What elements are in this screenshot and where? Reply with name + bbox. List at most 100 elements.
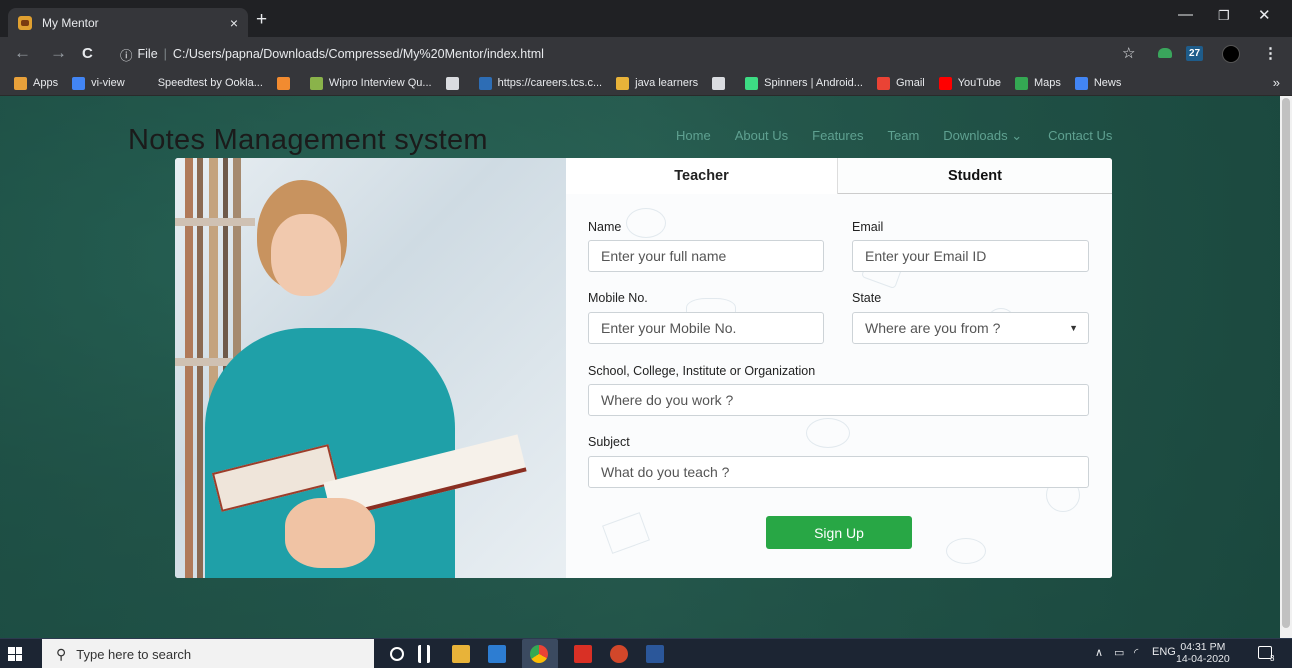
bookmark-item[interactable]: Wipro Interview Qu... <box>309 76 432 90</box>
nav-item[interactable]: Downloads ⌄ <box>943 128 1022 144</box>
bookmark-label: vi-view <box>91 77 125 89</box>
calendar-extension-icon[interactable]: 27 <box>1186 46 1203 61</box>
bookmark-item[interactable]: Spinners | Android... <box>745 76 863 90</box>
email-label: Email <box>852 220 884 234</box>
bookmark-label: Maps <box>1033 77 1061 89</box>
browser-menu-icon[interactable]: ⋮ <box>1263 44 1278 62</box>
site-brand[interactable]: Notes Management system <box>128 124 488 157</box>
bookmark-favicon-icon <box>876 76 890 90</box>
email-input[interactable]: Enter your Email ID <box>852 240 1089 272</box>
bookmark-favicon-icon <box>276 76 290 90</box>
bookmark-item[interactable]: Gmail <box>876 76 925 90</box>
info-icon[interactable]: ⓘ <box>120 45 133 64</box>
school-label: School, College, Institute or Organizati… <box>588 364 816 378</box>
show-hidden-icons[interactable]: ∧ <box>1095 646 1103 659</box>
school-input[interactable]: Where do you work ? <box>588 384 1089 416</box>
bookmark-item[interactable]: News <box>1074 76 1121 90</box>
acrobat-icon[interactable] <box>574 645 592 663</box>
state-select-value: Where are you from ? <box>865 320 1001 336</box>
bookmark-favicon-icon <box>616 76 630 90</box>
battery-icon[interactable]: ▭ <box>1114 646 1124 659</box>
bookmark-favicon-icon <box>1074 76 1088 90</box>
bookmark-label: Spinners | Android... <box>764 77 863 89</box>
bookmark-item[interactable] <box>276 76 296 90</box>
nav-item[interactable]: Home <box>676 128 711 144</box>
wifi-icon[interactable]: ◜ <box>1134 646 1138 659</box>
restore-icon[interactable]: ❐ <box>1218 8 1230 24</box>
chrome-icon[interactable] <box>530 645 548 663</box>
page-viewport: Notes Management system Home About Us Feat… <box>0 96 1280 638</box>
bookmark-item[interactable]: Maps <box>1014 76 1061 90</box>
student-reading-image <box>175 158 566 578</box>
scrollbar-thumb[interactable] <box>1282 98 1290 628</box>
minimize-icon[interactable]: — <box>1178 6 1193 23</box>
clock[interactable]: 04:31 PM 14-04-2020 <box>1176 641 1230 665</box>
bookmark-label: Gmail <box>895 77 925 89</box>
address-bar[interactable]: ⓘ File | C:/Users/papna/Downloads/Compre… <box>108 42 1148 66</box>
mobile-input[interactable]: Enter your Mobile No. <box>588 312 824 344</box>
cortana-icon[interactable] <box>390 647 404 661</box>
clock-time: 04:31 PM <box>1180 641 1226 653</box>
bookmark-item[interactable]: https://careers.tcs.c... <box>478 76 602 90</box>
bookmark-item[interactable]: vi-view <box>72 76 125 90</box>
taskbar-search-placeholder: Type here to search <box>76 646 192 662</box>
nav-item[interactable]: Contact Us <box>1048 128 1112 144</box>
mentor-favicon-icon <box>18 15 32 30</box>
signup-form: Teacher Student Name Enter your full nam… <box>566 158 1112 578</box>
page-scrollbar[interactable] <box>1280 96 1292 638</box>
extension-icon[interactable] <box>1158 48 1172 58</box>
url-text[interactable]: C:/Users/papna/Downloads/Compressed/My%2… <box>173 47 544 61</box>
state-select[interactable]: Where are you from ? ▼ <box>852 312 1089 344</box>
bookmark-item[interactable]: java learners <box>616 76 699 90</box>
tab-close-icon[interactable]: × <box>230 15 238 31</box>
word-icon[interactable] <box>646 645 664 663</box>
new-tab-button[interactable]: + <box>256 9 267 31</box>
profile-avatar[interactable] <box>1222 45 1240 63</box>
browser-tab-strip: My Mentor × + — ❐ ✕ <box>0 0 1292 37</box>
nav-item[interactable]: Team <box>887 128 919 144</box>
powerpoint-icon[interactable] <box>610 645 628 663</box>
windows-taskbar: ⚲ Type here to search ∧ ▭ ◜ ENG 04:31 PM… <box>0 638 1292 668</box>
bookmark-favicon-icon <box>445 76 459 90</box>
sign-up-button[interactable]: Sign Up <box>766 516 912 549</box>
forward-arrow-icon[interactable]: → <box>50 43 67 63</box>
bookmark-item[interactable] <box>445 76 465 90</box>
bookmark-item[interactable]: Speedtest by Ookla... <box>138 76 263 90</box>
vscode-icon[interactable] <box>488 645 506 663</box>
signup-card: Teacher Student Name Enter your full nam… <box>175 158 1112 578</box>
tab-student[interactable]: Student <box>838 158 1112 194</box>
notification-count: 3 <box>1270 654 1275 663</box>
browser-tab[interactable]: My Mentor × <box>8 8 248 37</box>
bookmark-favicon-icon <box>309 76 323 90</box>
mobile-label: Mobile No. <box>588 291 648 305</box>
nav-item[interactable]: Features <box>812 128 863 144</box>
nav-item[interactable]: About Us <box>735 128 788 144</box>
file-explorer-icon[interactable] <box>452 645 470 663</box>
bookmark-favicon-icon <box>138 76 152 90</box>
bookmark-label: Wipro Interview Qu... <box>328 77 432 89</box>
name-input[interactable]: Enter your full name <box>588 240 824 272</box>
back-arrow-icon[interactable]: ← <box>14 43 31 63</box>
bookmark-star-icon[interactable]: ☆ <box>1122 44 1135 62</box>
reload-icon[interactable]: C <box>82 45 93 62</box>
bookmark-item[interactable]: YouTube <box>938 76 1001 90</box>
address-toolbar: ← → C ⓘ File | C:/Users/papna/Downloads/… <box>0 37 1292 71</box>
tab-teacher[interactable]: Teacher <box>566 158 838 194</box>
windows-start-icon[interactable] <box>8 647 22 661</box>
bookmark-favicon-icon <box>745 76 759 90</box>
language-indicator[interactable]: ENG <box>1152 646 1176 658</box>
task-view-icon[interactable] <box>418 645 430 663</box>
taskbar-search-box[interactable]: ⚲ Type here to search <box>42 639 374 668</box>
bookmark-item[interactable] <box>712 76 731 90</box>
window-close-icon[interactable]: ✕ <box>1258 6 1271 24</box>
subject-input[interactable]: What do you teach ? <box>588 456 1089 488</box>
bookmark-favicon-icon <box>14 76 27 90</box>
hands <box>285 498 375 568</box>
bookmark-label: java learners <box>635 77 699 89</box>
name-label: Name <box>588 220 622 234</box>
bookmark-item[interactable]: Apps <box>14 76 58 90</box>
site-nav: Home About Us Features Team Downloads ⌄ Conta… <box>676 128 1136 144</box>
bookmark-favicon-icon <box>72 76 86 90</box>
bookmark-favicon-icon <box>712 76 726 90</box>
more-bookmarks-icon[interactable]: » <box>1273 75 1280 90</box>
